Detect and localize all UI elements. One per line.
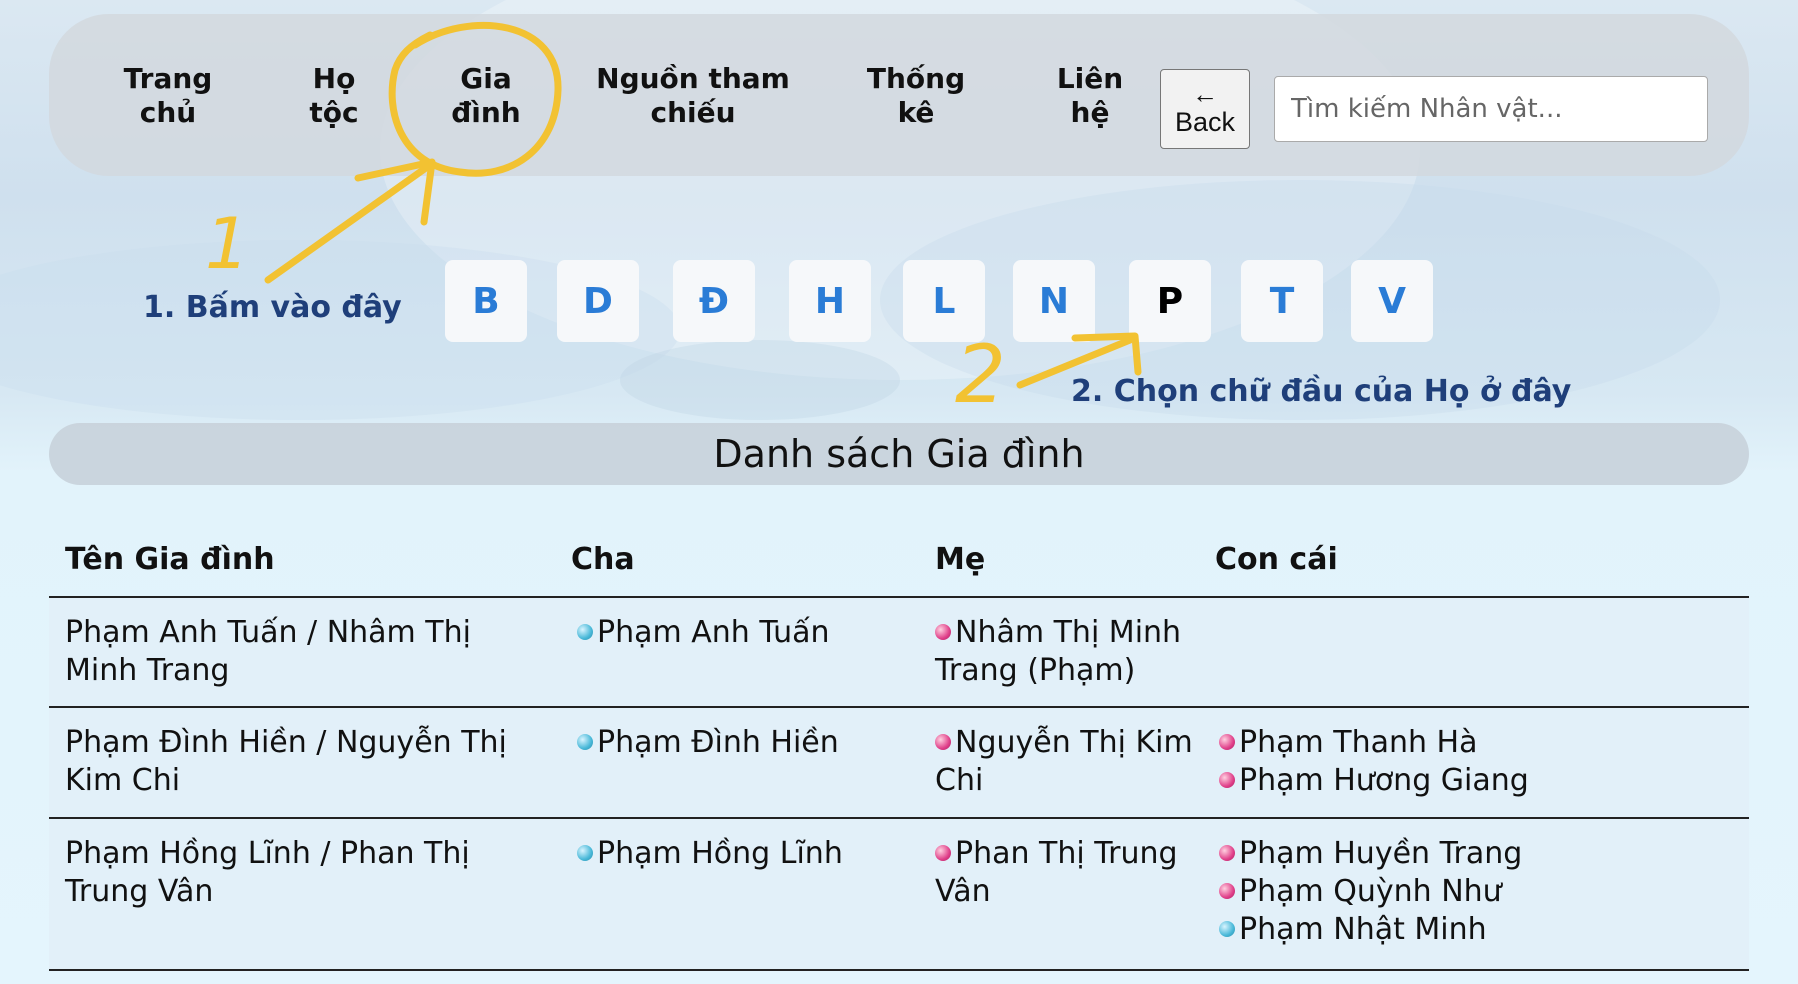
child-item[interactable]: Phạm Hương Giang [1219, 762, 1659, 800]
child-name: Phạm Nhật Minh [1239, 912, 1487, 947]
search-input[interactable] [1274, 76, 1708, 142]
column-header-father: Cha [571, 542, 635, 577]
nav-item-label: Liên [1056, 62, 1124, 95]
nav-item-label: Nguồn tham [596, 62, 790, 95]
nav-item-label: hệ [1070, 96, 1110, 129]
nav-item-label: kê [897, 96, 935, 129]
nav-item-family[interactable]: Gia đình [441, 62, 531, 130]
annotation-step-2: 2. Chọn chữ đầu của Họ ở đây [1071, 374, 1572, 409]
arrow-left-icon: ← [1192, 78, 1218, 109]
male-dot-icon [577, 734, 593, 750]
family-name-link[interactable]: Phạm Đình Hiền / Nguyễn Thị Kim Chi [65, 724, 545, 800]
table-row: Phạm Anh Tuấn / Nhâm Thị Minh Trang Phạm… [49, 598, 1749, 708]
family-list-title-text: Danh sách Gia đình [713, 432, 1085, 476]
family-name-link[interactable]: Phạm Hồng Lĩnh / Phan Thị Trung Vân [65, 835, 545, 911]
mother-name: Phan Thị Trung Vân [935, 836, 1178, 909]
letter-button-n[interactable]: N [1013, 260, 1095, 342]
annotation-step-1: 1. Bấm vào đây [143, 290, 402, 325]
father-name: Phạm Hồng Lĩnh [597, 836, 843, 871]
table-row: Phạm Hồng Lĩnh / Phan Thị Trung Vân Phạm… [49, 819, 1749, 971]
nav-item-label: Trang [123, 62, 213, 95]
top-nav-bar: Trang chủ Họ tộc Gia đình Nguồn tham chi… [49, 14, 1749, 176]
nav-item-sources[interactable]: Nguồn tham chiếu [595, 62, 791, 130]
letter-button-l[interactable]: L [903, 260, 985, 342]
children-cell: Phạm Thanh Hà Phạm Hương Giang [1219, 724, 1659, 800]
letter-button-d[interactable]: D [557, 260, 639, 342]
table-header-row: Tên Gia đình Cha Mẹ Con cái [49, 530, 1749, 598]
nav-item-label: Gia [460, 62, 512, 95]
nav-item-label: Họ [312, 62, 356, 95]
mother-cell[interactable]: Nguyễn Thị Kim Chi [935, 724, 1195, 800]
father-name: Phạm Anh Tuấn [597, 615, 830, 650]
child-item[interactable]: Phạm Nhật Minh [1219, 911, 1659, 949]
arrow-1-shaft [264, 161, 434, 284]
nav-item-home[interactable]: Trang chủ [113, 62, 223, 130]
female-dot-icon [1219, 845, 1235, 861]
female-dot-icon [935, 845, 951, 861]
table-row: Phạm Đình Hiền / Nguyễn Thị Kim Chi Phạm… [49, 708, 1749, 819]
letter-button-dd[interactable]: Đ [673, 260, 755, 342]
male-dot-icon [577, 845, 593, 861]
nav-item-label: tộc [309, 96, 359, 129]
mother-name: Nhâm Thị Minh Trang (Phạm) [935, 615, 1182, 688]
back-button[interactable]: ← Back [1160, 69, 1250, 149]
male-dot-icon [577, 624, 593, 640]
child-name: Phạm Thanh Hà [1239, 725, 1478, 760]
child-item[interactable]: Phạm Thanh Hà [1219, 724, 1659, 762]
letter-button-p[interactable]: P [1129, 260, 1211, 342]
children-cell: Phạm Huyền Trang Phạm Quỳnh Như Phạm Nhậ… [1219, 835, 1659, 949]
handwritten-1: 1 [205, 203, 250, 285]
child-name: Phạm Hương Giang [1239, 763, 1529, 798]
nav-item-statistics[interactable]: Thống kê [861, 62, 971, 130]
family-table: Tên Gia đình Cha Mẹ Con cái Phạm Anh Tuấ… [49, 530, 1749, 971]
female-dot-icon [935, 624, 951, 640]
mother-name: Nguyễn Thị Kim Chi [935, 725, 1193, 798]
father-cell[interactable]: Phạm Anh Tuấn [577, 614, 897, 652]
nav-item-label: chủ [139, 96, 197, 129]
father-cell[interactable]: Phạm Đình Hiền [577, 724, 897, 762]
nav-item-label: chiếu [650, 96, 736, 129]
letter-button-t[interactable]: T [1241, 260, 1323, 342]
nav-item-contact[interactable]: Liên hệ [1045, 62, 1135, 130]
mother-cell[interactable]: Phan Thị Trung Vân [935, 835, 1195, 911]
back-button-label: Back [1174, 106, 1236, 137]
family-name-link[interactable]: Phạm Anh Tuấn / Nhâm Thị Minh Trang [65, 614, 545, 690]
family-list-title: Danh sách Gia đình [49, 423, 1749, 485]
mother-cell[interactable]: Nhâm Thị Minh Trang (Phạm) [935, 614, 1195, 690]
female-dot-icon [1219, 883, 1235, 899]
column-header-mother: Mẹ [935, 542, 986, 577]
child-item[interactable]: Phạm Huyền Trang [1219, 835, 1659, 873]
female-dot-icon [1219, 734, 1235, 750]
female-dot-icon [1219, 772, 1235, 788]
father-name: Phạm Đình Hiền [597, 725, 839, 760]
letter-button-b[interactable]: B [445, 260, 527, 342]
female-dot-icon [935, 734, 951, 750]
male-dot-icon [1219, 921, 1235, 937]
column-header-children: Con cái [1215, 542, 1338, 577]
letter-button-v[interactable]: V [1351, 260, 1433, 342]
child-item[interactable]: Phạm Quỳnh Như [1219, 873, 1659, 911]
father-cell[interactable]: Phạm Hồng Lĩnh [577, 835, 897, 873]
nav-item-clan[interactable]: Họ tộc [289, 62, 379, 130]
column-header-family: Tên Gia đình [65, 542, 275, 577]
child-name: Phạm Huyền Trang [1239, 836, 1523, 871]
nav-item-label: đình [451, 96, 521, 129]
letter-button-h[interactable]: H [789, 260, 871, 342]
nav-item-label: Thống [866, 62, 966, 95]
child-name: Phạm Quỳnh Như [1239, 874, 1502, 909]
